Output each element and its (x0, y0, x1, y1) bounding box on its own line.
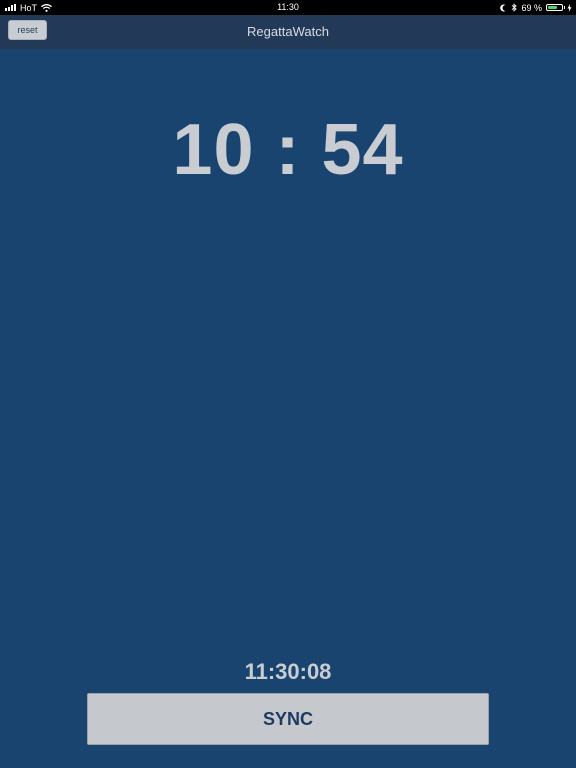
navigation-bar: reset RegattaWatch (0, 15, 576, 49)
bluetooth-icon (512, 3, 518, 12)
battery-level-fill (548, 6, 557, 9)
status-time: 11:30 (277, 2, 299, 12)
status-right: 69 % (500, 0, 572, 15)
battery-percent: 69 % (521, 2, 542, 13)
charging-icon (567, 3, 572, 12)
countdown-timer: 10 : 54 (172, 110, 404, 190)
moon-icon (500, 4, 506, 11)
battery-icon (546, 4, 565, 11)
current-time: 11:30:08 (244, 659, 332, 684)
sync-button[interactable]: SYNC (87, 693, 489, 745)
status-bar: HoT 11:30 69 % (0, 0, 576, 15)
app-title: RegattaWatch (247, 24, 329, 39)
